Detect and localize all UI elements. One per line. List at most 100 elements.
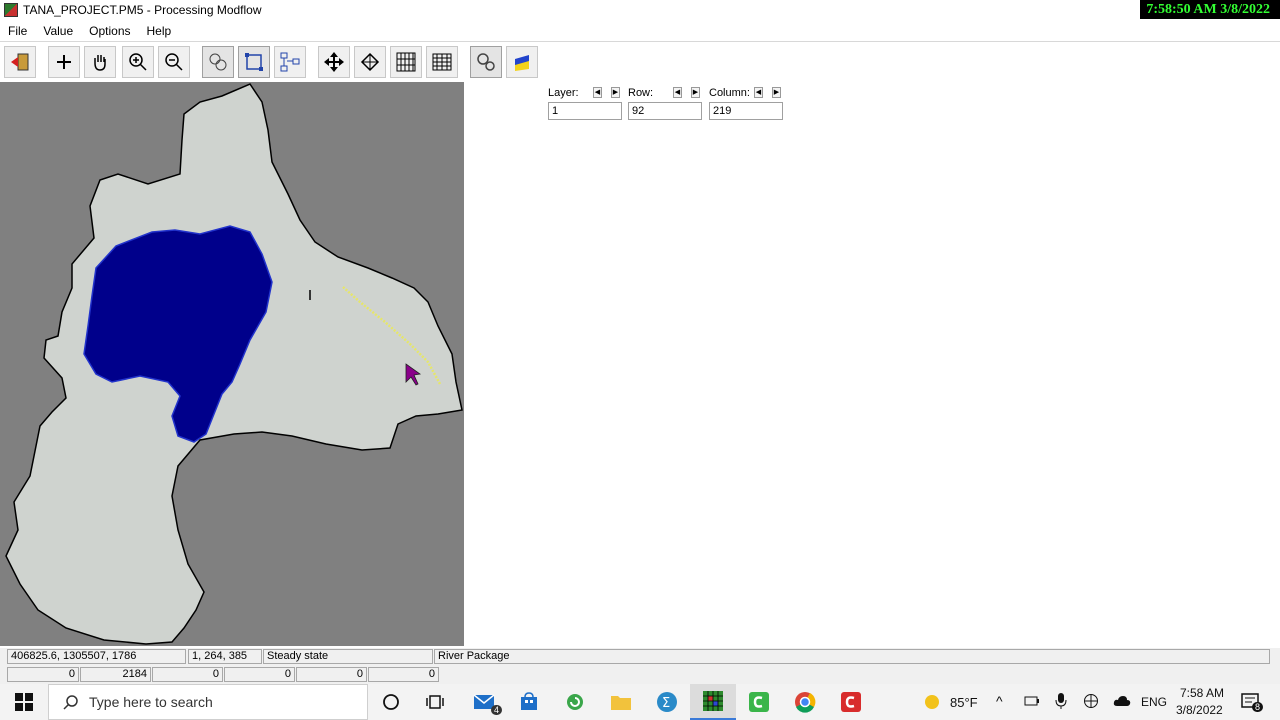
exit-button[interactable] bbox=[4, 46, 36, 78]
chrome-button[interactable] bbox=[782, 684, 828, 720]
row-prev-button[interactable]: ◀ bbox=[673, 87, 682, 98]
mail-app-button[interactable]: 4 bbox=[462, 684, 508, 720]
zoom-in-icon bbox=[129, 53, 147, 71]
chrome-icon bbox=[795, 692, 816, 713]
camtasia-green-button[interactable] bbox=[736, 684, 782, 720]
status-value-6: 0 bbox=[368, 667, 439, 682]
network-icon bbox=[280, 52, 300, 72]
status-value-4: 0 bbox=[224, 667, 295, 682]
task-view-icon bbox=[426, 695, 444, 709]
layer-button[interactable] bbox=[506, 46, 538, 78]
row-next-button[interactable]: ▶ bbox=[691, 87, 700, 98]
active-package: River Package bbox=[434, 649, 1270, 664]
svg-text:Σ: Σ bbox=[662, 696, 670, 711]
grid-icon bbox=[396, 52, 416, 72]
simulation-mode: Steady state bbox=[263, 649, 433, 664]
settings-button[interactable] bbox=[470, 46, 502, 78]
microphone-icon[interactable] bbox=[1054, 692, 1068, 710]
model-domain-map[interactable] bbox=[0, 82, 464, 646]
row-label: Row: bbox=[628, 87, 654, 99]
store-bag-icon bbox=[521, 692, 537, 710]
column-field[interactable]: 219 bbox=[709, 102, 783, 120]
model-map-view[interactable] bbox=[0, 82, 464, 646]
zoom-out-icon bbox=[165, 53, 183, 71]
notification-badge: 8 bbox=[1252, 702, 1264, 712]
layer-icon bbox=[515, 55, 529, 71]
taskbar-date[interactable]: 3/8/2022 bbox=[1176, 703, 1223, 717]
crosshair-icon bbox=[57, 55, 71, 69]
layer-prev-button[interactable]: ◀ bbox=[593, 87, 602, 98]
window-title: TANA_PROJECT.PM5 - Processing Modflow bbox=[23, 3, 262, 17]
column-label: Column: bbox=[709, 87, 750, 99]
refresh-app-icon bbox=[567, 694, 583, 710]
add-button[interactable] bbox=[48, 46, 80, 78]
hand-icon bbox=[94, 55, 106, 71]
notification-center-button[interactable]: 8 bbox=[1232, 684, 1272, 720]
diamond-icon bbox=[360, 52, 380, 72]
search-icon bbox=[63, 695, 78, 710]
status-bar: 406825.6, 1305507, 1786 1, 264, 385 Stea… bbox=[0, 648, 1280, 684]
store-app-button[interactable] bbox=[506, 684, 552, 720]
move-button[interactable] bbox=[318, 46, 350, 78]
file-explorer-button[interactable] bbox=[598, 684, 644, 720]
pmwin-app-button[interactable] bbox=[690, 684, 736, 720]
grid-rows-button[interactable] bbox=[426, 46, 458, 78]
taskbar-time[interactable]: 7:58 AM bbox=[1180, 686, 1224, 700]
diamond-button[interactable] bbox=[354, 46, 386, 78]
status-value-5: 0 bbox=[296, 667, 367, 682]
cursor-coordinates: 406825.6, 1305507, 1786 bbox=[7, 649, 186, 664]
column-prev-button[interactable]: ◀ bbox=[754, 87, 763, 98]
layer-label: Layer: bbox=[548, 87, 579, 99]
mail-badge: 4 bbox=[490, 705, 502, 715]
weather-sun-icon[interactable] bbox=[922, 692, 942, 712]
cell-index: 1, 264, 385 bbox=[188, 649, 262, 664]
pmwin-grid-icon bbox=[703, 691, 723, 711]
row-field[interactable]: 92 bbox=[628, 102, 702, 120]
onedrive-cloud-icon[interactable] bbox=[1113, 694, 1131, 708]
title-bar: TANA_PROJECT.PM5 - Processing Modflow 7:… bbox=[0, 0, 1280, 20]
camtasia-red-icon bbox=[841, 692, 861, 712]
status-value-3: 0 bbox=[152, 667, 223, 682]
input-language[interactable]: ENG bbox=[1141, 695, 1167, 709]
search-placeholder: Type here to search bbox=[89, 694, 213, 710]
menu-value[interactable]: Value bbox=[35, 24, 81, 38]
camtasia-red-button[interactable] bbox=[828, 684, 874, 720]
exit-door-icon bbox=[11, 53, 29, 71]
zoom-in-button[interactable] bbox=[122, 46, 154, 78]
start-button[interactable] bbox=[0, 684, 48, 720]
network-globe-icon[interactable] bbox=[1083, 693, 1099, 709]
status-value-1: 0 bbox=[7, 667, 79, 682]
pan-button[interactable] bbox=[84, 46, 116, 78]
move-arrows-icon bbox=[324, 52, 344, 72]
menu-file[interactable]: File bbox=[0, 24, 35, 38]
clock-overlay: 7:58:50 AM 3/8/2022 bbox=[1140, 0, 1280, 19]
gears-icon bbox=[477, 53, 495, 71]
task-view-button[interactable] bbox=[412, 684, 458, 720]
select-tool-button[interactable] bbox=[238, 46, 270, 78]
tray-expand-icon[interactable]: ^ bbox=[996, 693, 1003, 709]
app-icon bbox=[4, 3, 18, 17]
cortana-button[interactable] bbox=[368, 684, 414, 720]
network-tool-button[interactable] bbox=[274, 46, 306, 78]
sigma-app-button[interactable]: Σ bbox=[644, 684, 690, 720]
taskbar-search-box[interactable]: Type here to search bbox=[48, 684, 368, 720]
green-app-button[interactable] bbox=[552, 684, 598, 720]
polygon-tool-button[interactable] bbox=[202, 46, 234, 78]
layer-field[interactable]: 1 bbox=[548, 102, 622, 120]
status-value-2: 2184 bbox=[80, 667, 151, 682]
weather-temperature[interactable]: 85°F bbox=[950, 695, 978, 710]
column-next-button[interactable]: ▶ bbox=[772, 87, 781, 98]
select-box-icon bbox=[245, 53, 263, 71]
menu-options[interactable]: Options bbox=[81, 24, 138, 38]
sigma-icon: Σ bbox=[657, 692, 677, 712]
menu-help[interactable]: Help bbox=[139, 24, 180, 38]
layer-next-button[interactable]: ▶ bbox=[611, 87, 620, 98]
folder-icon bbox=[611, 696, 631, 710]
toolbar: Layer: ◀ ▶ 1 Row: ◀ ▶ 92 Column: ◀ ▶ 219 bbox=[0, 41, 1280, 120]
grid-columns-button[interactable] bbox=[390, 46, 422, 78]
battery-icon[interactable] bbox=[1024, 694, 1040, 708]
grid-rows-icon bbox=[432, 53, 452, 71]
zoom-out-button[interactable] bbox=[158, 46, 190, 78]
cortana-circle-icon bbox=[383, 694, 399, 710]
polygon-icon bbox=[209, 53, 227, 71]
